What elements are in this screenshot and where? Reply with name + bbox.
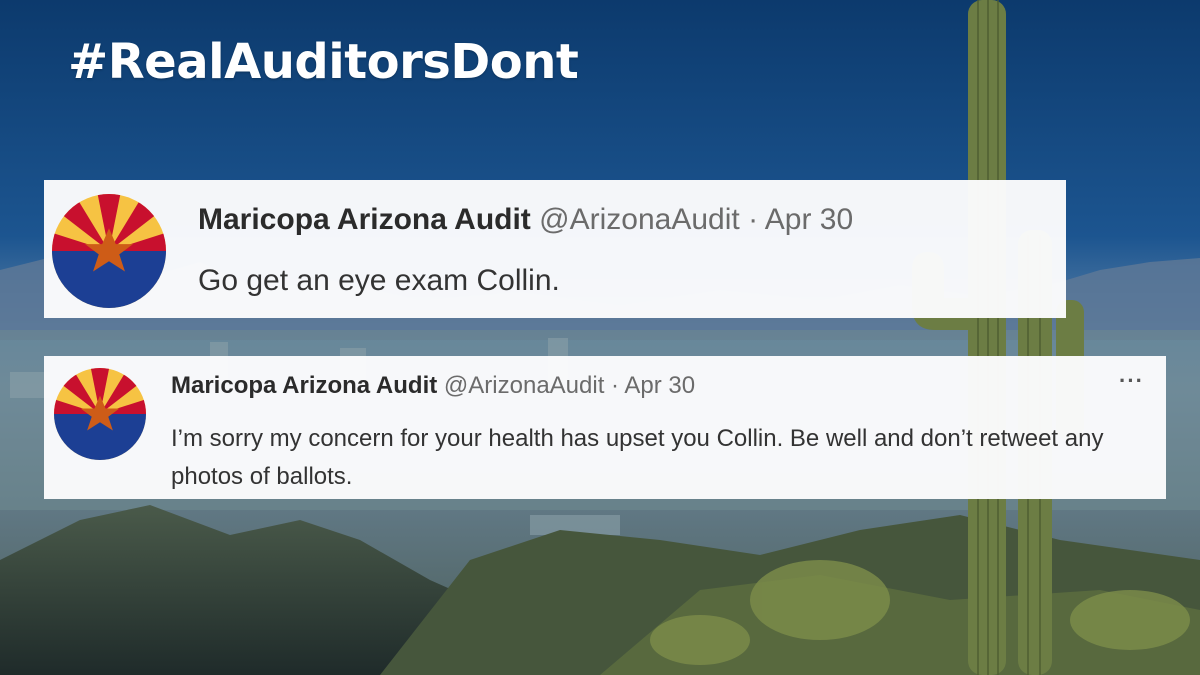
tweet-2-header: Maricopa Arizona Audit @ArizonaAudit · A…	[171, 372, 695, 400]
tweet-card-2[interactable]: Maricopa Arizona Audit @ArizonaAudit · A…	[44, 356, 1166, 499]
separator-dot: ·	[611, 372, 620, 399]
tweet-date[interactable]: Apr 30	[624, 372, 695, 399]
tweet-card-1[interactable]: Maricopa Arizona Audit @ArizonaAudit · A…	[44, 180, 1066, 318]
tweet-1-text: Go get an eye exam Collin.	[198, 264, 560, 297]
graphic-canvas: #RealAuditorsDont Maricopa Arizona Audit…	[0, 0, 1200, 675]
tweet-1-header: Maricopa Arizona Audit @ArizonaAudit · A…	[198, 203, 853, 237]
author-name[interactable]: Maricopa Arizona Audit	[198, 203, 531, 236]
author-handle[interactable]: @ArizonaAudit	[539, 203, 740, 236]
tweet-2-text: I’m sorry my concern for your health has…	[171, 425, 1104, 490]
arizona-flag-icon[interactable]	[52, 194, 166, 308]
arizona-flag-icon[interactable]	[54, 368, 146, 460]
tweet-date[interactable]: Apr 30	[765, 203, 853, 236]
more-options-icon[interactable]: ···	[1119, 368, 1144, 394]
separator-dot: ·	[748, 203, 759, 236]
author-name[interactable]: Maricopa Arizona Audit	[171, 372, 437, 399]
author-handle[interactable]: @ArizonaAudit	[444, 372, 604, 399]
background-desert-landscape	[0, 0, 1200, 675]
hashtag-headline: #RealAuditorsDont	[68, 34, 579, 90]
